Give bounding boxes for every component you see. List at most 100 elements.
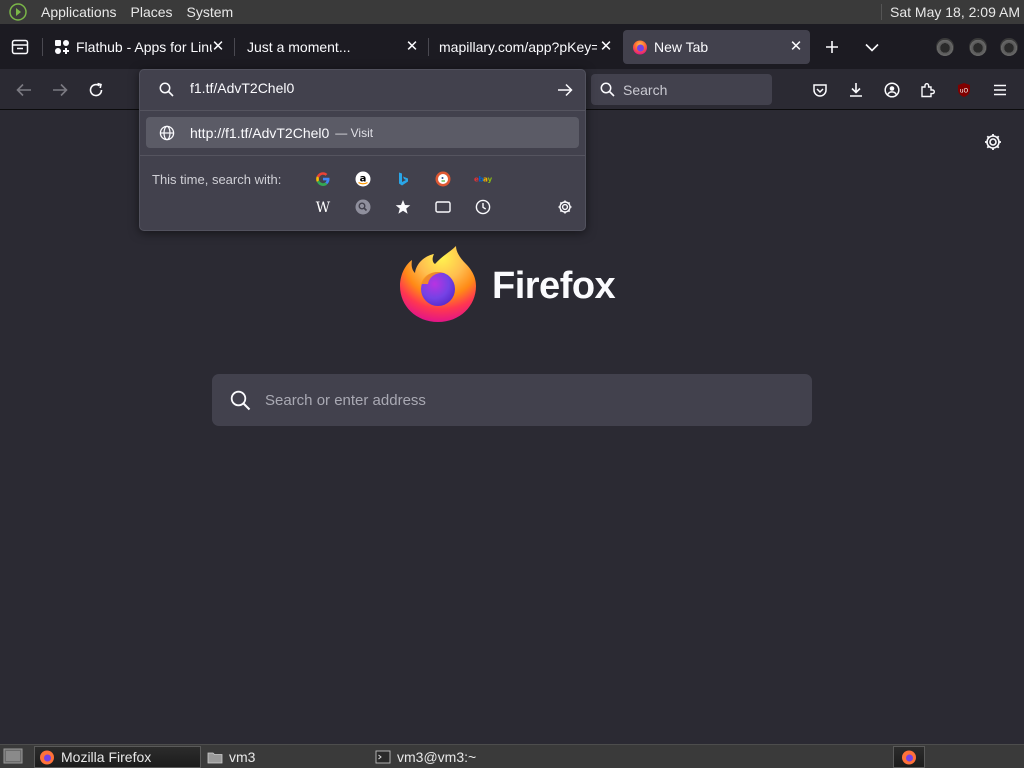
tab-new-tab[interactable]: New Tab ✕ xyxy=(623,30,810,64)
system-menu[interactable]: System xyxy=(180,0,241,24)
account-button[interactable] xyxy=(877,75,907,105)
firefox-view-icon xyxy=(11,39,29,55)
account-icon xyxy=(884,82,900,98)
ublock-origin-icon: uO xyxy=(958,83,970,97)
wikipedia-icon: W xyxy=(316,200,331,215)
workspace-switcher[interactable] xyxy=(893,746,925,768)
taskbar-item-label: Mozilla Firefox xyxy=(61,749,152,765)
close-tab-icon[interactable]: ✕ xyxy=(404,39,420,55)
places-menu[interactable]: Places xyxy=(124,0,180,24)
url-result-row[interactable]: http://f1.tf/AdvT2Chel0 — Visit xyxy=(146,117,579,148)
folder-icon xyxy=(207,752,223,764)
tab-title: Flathub - Apps for Linux xyxy=(76,39,212,55)
clock-icon xyxy=(475,199,491,215)
pocket-button[interactable] xyxy=(805,75,835,105)
tab-separator xyxy=(428,38,429,56)
ublock-origin-button[interactable]: uO xyxy=(949,75,979,105)
bottom-taskbar: Mozilla Firefox vm3 vm3@vm3:~ xyxy=(0,744,1024,768)
wikipedia-engine-button[interactable]: W xyxy=(314,198,332,216)
applications-menu[interactable]: Applications xyxy=(34,0,124,24)
firefox-logo-icon xyxy=(400,246,476,322)
forward-arrow-icon xyxy=(53,83,68,97)
hamburger-menu-icon xyxy=(994,84,1006,96)
history-search-button[interactable] xyxy=(474,198,492,216)
firefox-wordmark: Firefox xyxy=(492,265,616,307)
search-icon xyxy=(230,390,251,410)
toolbar-search-box[interactable]: Search xyxy=(591,74,772,105)
firefox-icon xyxy=(902,750,916,765)
tabs-search-button[interactable] xyxy=(434,198,452,216)
tab-icon xyxy=(435,201,451,213)
search-engine-button[interactable] xyxy=(354,198,372,216)
gear-icon xyxy=(985,134,1001,150)
close-tab-icon[interactable]: ✕ xyxy=(210,39,226,55)
firefox-view-button[interactable] xyxy=(5,32,35,62)
globe-icon xyxy=(159,125,175,140)
url-input[interactable] xyxy=(190,80,530,96)
download-icon xyxy=(850,83,862,97)
bing-engine-button[interactable] xyxy=(394,170,412,188)
tab-flathub[interactable]: Flathub - Apps for Linux ✕ xyxy=(46,30,232,64)
downloads-button[interactable] xyxy=(841,75,871,105)
amazon-icon: a xyxy=(355,171,371,187)
new-tab-search-placeholder: Search or enter address xyxy=(265,391,426,409)
tab-title: New Tab xyxy=(654,39,709,55)
taskbar-item-terminal[interactable]: vm3@vm3:~ xyxy=(371,746,551,768)
forward-button[interactable] xyxy=(45,75,75,105)
svg-text:y: y xyxy=(488,175,493,184)
app-menu-button[interactable] xyxy=(985,75,1015,105)
magnifier-badge-icon xyxy=(355,199,371,215)
tab-mapillary[interactable]: mapillary.com/app?pKey= ✕ xyxy=(430,30,620,64)
minimize-window-icon[interactable] xyxy=(936,38,954,56)
reload-button[interactable] xyxy=(81,75,111,105)
system-top-panel: Applications Places System Sat May 18, 2… xyxy=(0,0,1024,24)
ebay-engine-button[interactable]: e b a y xyxy=(474,170,492,188)
show-desktop-icon[interactable] xyxy=(3,747,23,765)
svg-text:a: a xyxy=(360,174,367,185)
search-icon xyxy=(159,82,174,97)
bing-icon xyxy=(399,172,408,186)
chevron-down-icon xyxy=(865,43,879,52)
tab-separator xyxy=(234,38,235,56)
go-arrow-icon[interactable] xyxy=(557,83,573,97)
google-engine-button[interactable] xyxy=(314,170,332,188)
search-icon xyxy=(600,82,615,97)
maximize-window-icon[interactable] xyxy=(969,38,987,56)
new-tab-search-box[interactable]: Search or enter address xyxy=(212,374,812,426)
url-result-action: — Visit xyxy=(335,125,374,140)
google-icon xyxy=(316,172,330,186)
svg-text:uO: uO xyxy=(960,88,969,95)
taskbar-item-vm3-folder[interactable]: vm3 xyxy=(203,746,363,768)
personalize-new-tab-button[interactable] xyxy=(983,132,1003,152)
amazon-engine-button[interactable]: a xyxy=(354,170,372,188)
close-window-icon[interactable] xyxy=(1000,38,1018,56)
close-tab-icon[interactable]: ✕ xyxy=(598,39,614,55)
gear-icon xyxy=(558,200,572,214)
tab-just-a-moment[interactable]: Just a moment... ✕ xyxy=(236,30,426,64)
back-button[interactable] xyxy=(9,75,39,105)
urlbar-dropdown: http://f1.tf/AdvT2Chel0 — Visit This tim… xyxy=(139,69,586,231)
tab-title: mapillary.com/app?pKey= xyxy=(439,39,597,55)
taskbar-item-label: vm3@vm3:~ xyxy=(397,749,477,765)
search-with-label: This time, search with: xyxy=(152,172,282,187)
new-tab-button[interactable] xyxy=(817,32,847,62)
reload-icon xyxy=(89,82,103,97)
clock[interactable]: Sat May 18, 2:09 AM xyxy=(881,4,1020,20)
close-tab-icon[interactable]: ✕ xyxy=(788,39,804,55)
back-arrow-icon xyxy=(16,83,31,97)
extensions-button[interactable] xyxy=(913,75,943,105)
url-result-text: http://f1.tf/AdvT2Chel0 xyxy=(190,124,330,141)
list-all-tabs-button[interactable] xyxy=(857,32,887,62)
divider xyxy=(140,110,585,111)
bookmarks-search-button[interactable] xyxy=(394,198,412,216)
taskbar-item-firefox[interactable]: Mozilla Firefox xyxy=(34,746,201,768)
flathub-icon xyxy=(55,40,69,54)
distro-logo-icon[interactable] xyxy=(9,3,27,21)
puzzle-piece-icon xyxy=(921,83,935,98)
tab-strip: Flathub - Apps for Linux ✕ Just a moment… xyxy=(0,24,1024,69)
star-icon xyxy=(395,200,411,214)
search-settings-button[interactable] xyxy=(556,198,574,216)
plus-icon xyxy=(826,41,838,53)
pocket-icon xyxy=(813,83,827,97)
duckduckgo-engine-button[interactable] xyxy=(434,170,452,188)
